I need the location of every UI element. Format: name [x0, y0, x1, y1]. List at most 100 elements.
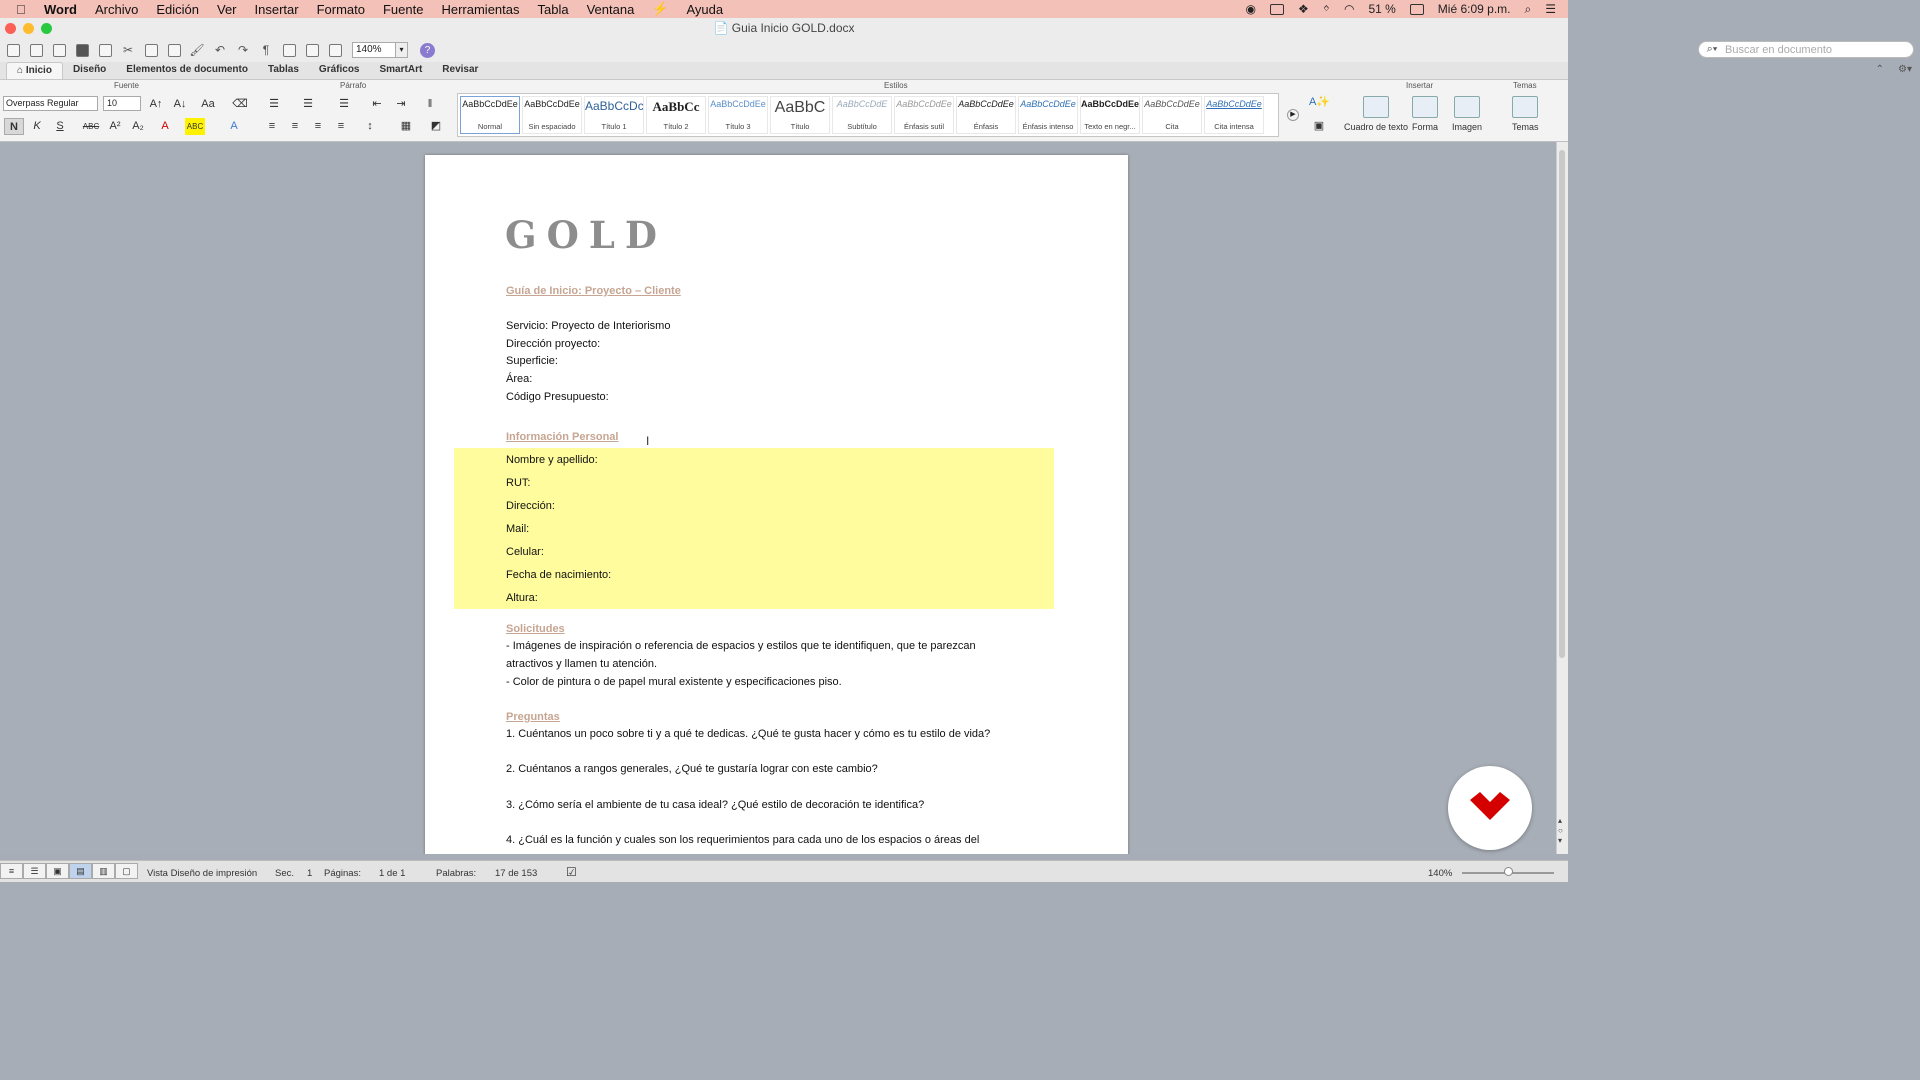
bluetooth-icon[interactable]: ᛜ: [1323, 2, 1330, 16]
ribbon-settings-icon[interactable]: ⚙▾: [1898, 64, 1912, 75]
print-layout-view-icon[interactable]: ▤: [69, 863, 92, 879]
font-color-icon[interactable]: A: [155, 118, 175, 135]
help-icon[interactable]: ?: [420, 42, 435, 58]
highlight-icon[interactable]: ABC: [185, 118, 205, 135]
zoom-dropdown-icon[interactable]: ▾: [396, 42, 408, 58]
brand-badge[interactable]: [1448, 766, 1532, 850]
align-center-icon[interactable]: ≡: [285, 118, 305, 135]
align-left-icon[interactable]: ≡: [262, 118, 282, 135]
style-titulo-2[interactable]: AaBbCc Título 2: [646, 96, 706, 134]
styles-pane-icon[interactable]: ▣: [1309, 118, 1329, 135]
copy-icon[interactable]: [141, 41, 161, 59]
superscript-button[interactable]: A²: [105, 118, 125, 135]
strikethrough-button[interactable]: ABC: [81, 118, 101, 135]
change-case-icon[interactable]: Aa: [198, 96, 218, 113]
menu-herramientas[interactable]: Herramientas: [441, 2, 519, 17]
font-name-select[interactable]: Overpass Regular: [3, 96, 98, 111]
browse-object-icon[interactable]: ○: [1558, 826, 1563, 836]
scroll-up-icon[interactable]: ▴: [1558, 816, 1563, 826]
templates-icon[interactable]: [26, 41, 46, 59]
menu-fuente[interactable]: Fuente: [383, 2, 423, 17]
collapse-ribbon-icon[interactable]: ⌃: [1876, 64, 1884, 75]
wifi-icon[interactable]: ◠: [1344, 2, 1354, 16]
clock[interactable]: Mié 6:09 p.m.: [1438, 2, 1511, 16]
scroll-down-icon[interactable]: ▾: [1558, 836, 1563, 846]
font-size-select[interactable]: 10: [103, 96, 141, 111]
subscript-button[interactable]: A₂: [128, 118, 148, 135]
insert-image-button[interactable]: Imagen: [1452, 96, 1482, 132]
menu-ayuda[interactable]: Ayuda: [686, 2, 723, 17]
tab-graficos[interactable]: Gráficos: [309, 62, 370, 79]
format-painter-icon[interactable]: 🖌: [187, 41, 207, 59]
notification-center-icon[interactable]: ☰: [1545, 2, 1556, 16]
styles-more-icon[interactable]: ▶: [1287, 109, 1299, 121]
underline-button[interactable]: S: [50, 118, 70, 135]
columns-icon[interactable]: ‖: [420, 96, 440, 113]
tab-inicio[interactable]: ⌂ Inicio: [6, 62, 63, 79]
style-enfasis[interactable]: AaBbCcDdEe Énfasis: [956, 96, 1016, 134]
style-titulo-3[interactable]: AaBbCcDdEe Título 3: [708, 96, 768, 134]
style-titulo[interactable]: AaBbC Título: [770, 96, 830, 134]
dropbox-icon[interactable]: ❖: [1298, 2, 1309, 16]
insert-textbox-button[interactable]: Cuadro de texto: [1344, 96, 1408, 132]
zoom-box[interactable]: 140%: [352, 42, 396, 58]
numbering-icon[interactable]: ☰: [298, 96, 318, 113]
tab-elementos[interactable]: Elementos de documento: [116, 62, 258, 79]
paste-icon[interactable]: [164, 41, 184, 59]
text-effects-icon[interactable]: A: [224, 118, 244, 135]
style-subtitulo[interactable]: AaBbCcDdE Subtítulo: [832, 96, 892, 134]
tab-revisar[interactable]: Revisar: [432, 62, 488, 79]
search-input[interactable]: ⌕▾ Buscar en documento: [1698, 41, 1914, 58]
document-page[interactable]: GOLD Guía de Inicio: Proyecto – Cliente …: [425, 155, 1128, 854]
themes-button[interactable]: Temas: [1512, 96, 1539, 132]
style-normal[interactable]: AaBbCcDdEe Normal: [460, 96, 520, 134]
spotlight-icon[interactable]: ⌕: [1525, 2, 1532, 17]
style-cita-intensa[interactable]: AaBbCcDdEe Cita intensa: [1204, 96, 1264, 134]
record-icon[interactable]: ◉: [1246, 2, 1256, 16]
apple-icon[interactable]: : [16, 2, 32, 17]
cut-icon[interactable]: ✂: [118, 41, 138, 59]
show-formatting-icon[interactable]: ¶: [256, 41, 276, 59]
redo-icon[interactable]: ↷: [233, 41, 253, 59]
new-document-icon[interactable]: [3, 41, 23, 59]
decrease-indent-icon[interactable]: ⇤: [367, 96, 387, 113]
italic-button[interactable]: K: [27, 118, 47, 135]
menu-ver[interactable]: Ver: [217, 2, 237, 17]
menu-ventana[interactable]: Ventana: [587, 2, 635, 17]
menu-archivo[interactable]: Archivo: [95, 2, 138, 17]
battery-icon[interactable]: [1409, 3, 1424, 15]
tab-diseno[interactable]: Diseño: [63, 62, 116, 79]
style-texto-negrita[interactable]: AaBbCcDdEe Texto en negr...: [1080, 96, 1140, 134]
menu-tabla[interactable]: Tabla: [538, 2, 569, 17]
tab-tablas[interactable]: Tablas: [258, 62, 309, 79]
display-icon[interactable]: [1269, 3, 1284, 15]
open-icon[interactable]: [49, 41, 69, 59]
zoom-slider-knob[interactable]: [1504, 867, 1513, 876]
style-sin-espaciado[interactable]: AaBbCcDdEe Sin espaciado: [522, 96, 582, 134]
borders-icon[interactable]: ▦: [396, 118, 416, 135]
menu-app-word[interactable]: Word: [44, 2, 77, 17]
bold-button[interactable]: N: [4, 118, 24, 135]
grow-font-icon[interactable]: A↑: [146, 96, 166, 113]
bullets-icon[interactable]: ☰: [264, 96, 284, 113]
align-right-icon[interactable]: ≡: [308, 118, 328, 135]
spelling-check-icon[interactable]: ☑: [566, 865, 577, 879]
print-icon[interactable]: [95, 41, 115, 59]
undo-icon[interactable]: ↶: [210, 41, 230, 59]
manage-styles-icon[interactable]: A✨: [1309, 94, 1330, 111]
gallery-icon[interactable]: [302, 41, 322, 59]
shading-icon[interactable]: ◩: [426, 118, 446, 135]
justify-icon[interactable]: ≡: [331, 118, 351, 135]
tab-smartart[interactable]: SmartArt: [370, 62, 433, 79]
line-spacing-icon[interactable]: ↕: [360, 118, 380, 135]
insert-shape-button[interactable]: Forma: [1412, 96, 1438, 132]
minimize-window-button[interactable]: [23, 23, 34, 34]
shrink-font-icon[interactable]: A↓: [170, 96, 190, 113]
toolbox-icon[interactable]: [325, 41, 345, 59]
script-menu-icon[interactable]: ⚡: [652, 1, 668, 17]
sidebar-icon[interactable]: [279, 41, 299, 59]
style-enfasis-sutil[interactable]: AaBbCcDdEe Énfasis sutil: [894, 96, 954, 134]
clear-formatting-icon[interactable]: ⌫: [230, 96, 250, 113]
save-icon[interactable]: [72, 41, 92, 59]
focus-view-icon[interactable]: ▢: [115, 863, 138, 879]
